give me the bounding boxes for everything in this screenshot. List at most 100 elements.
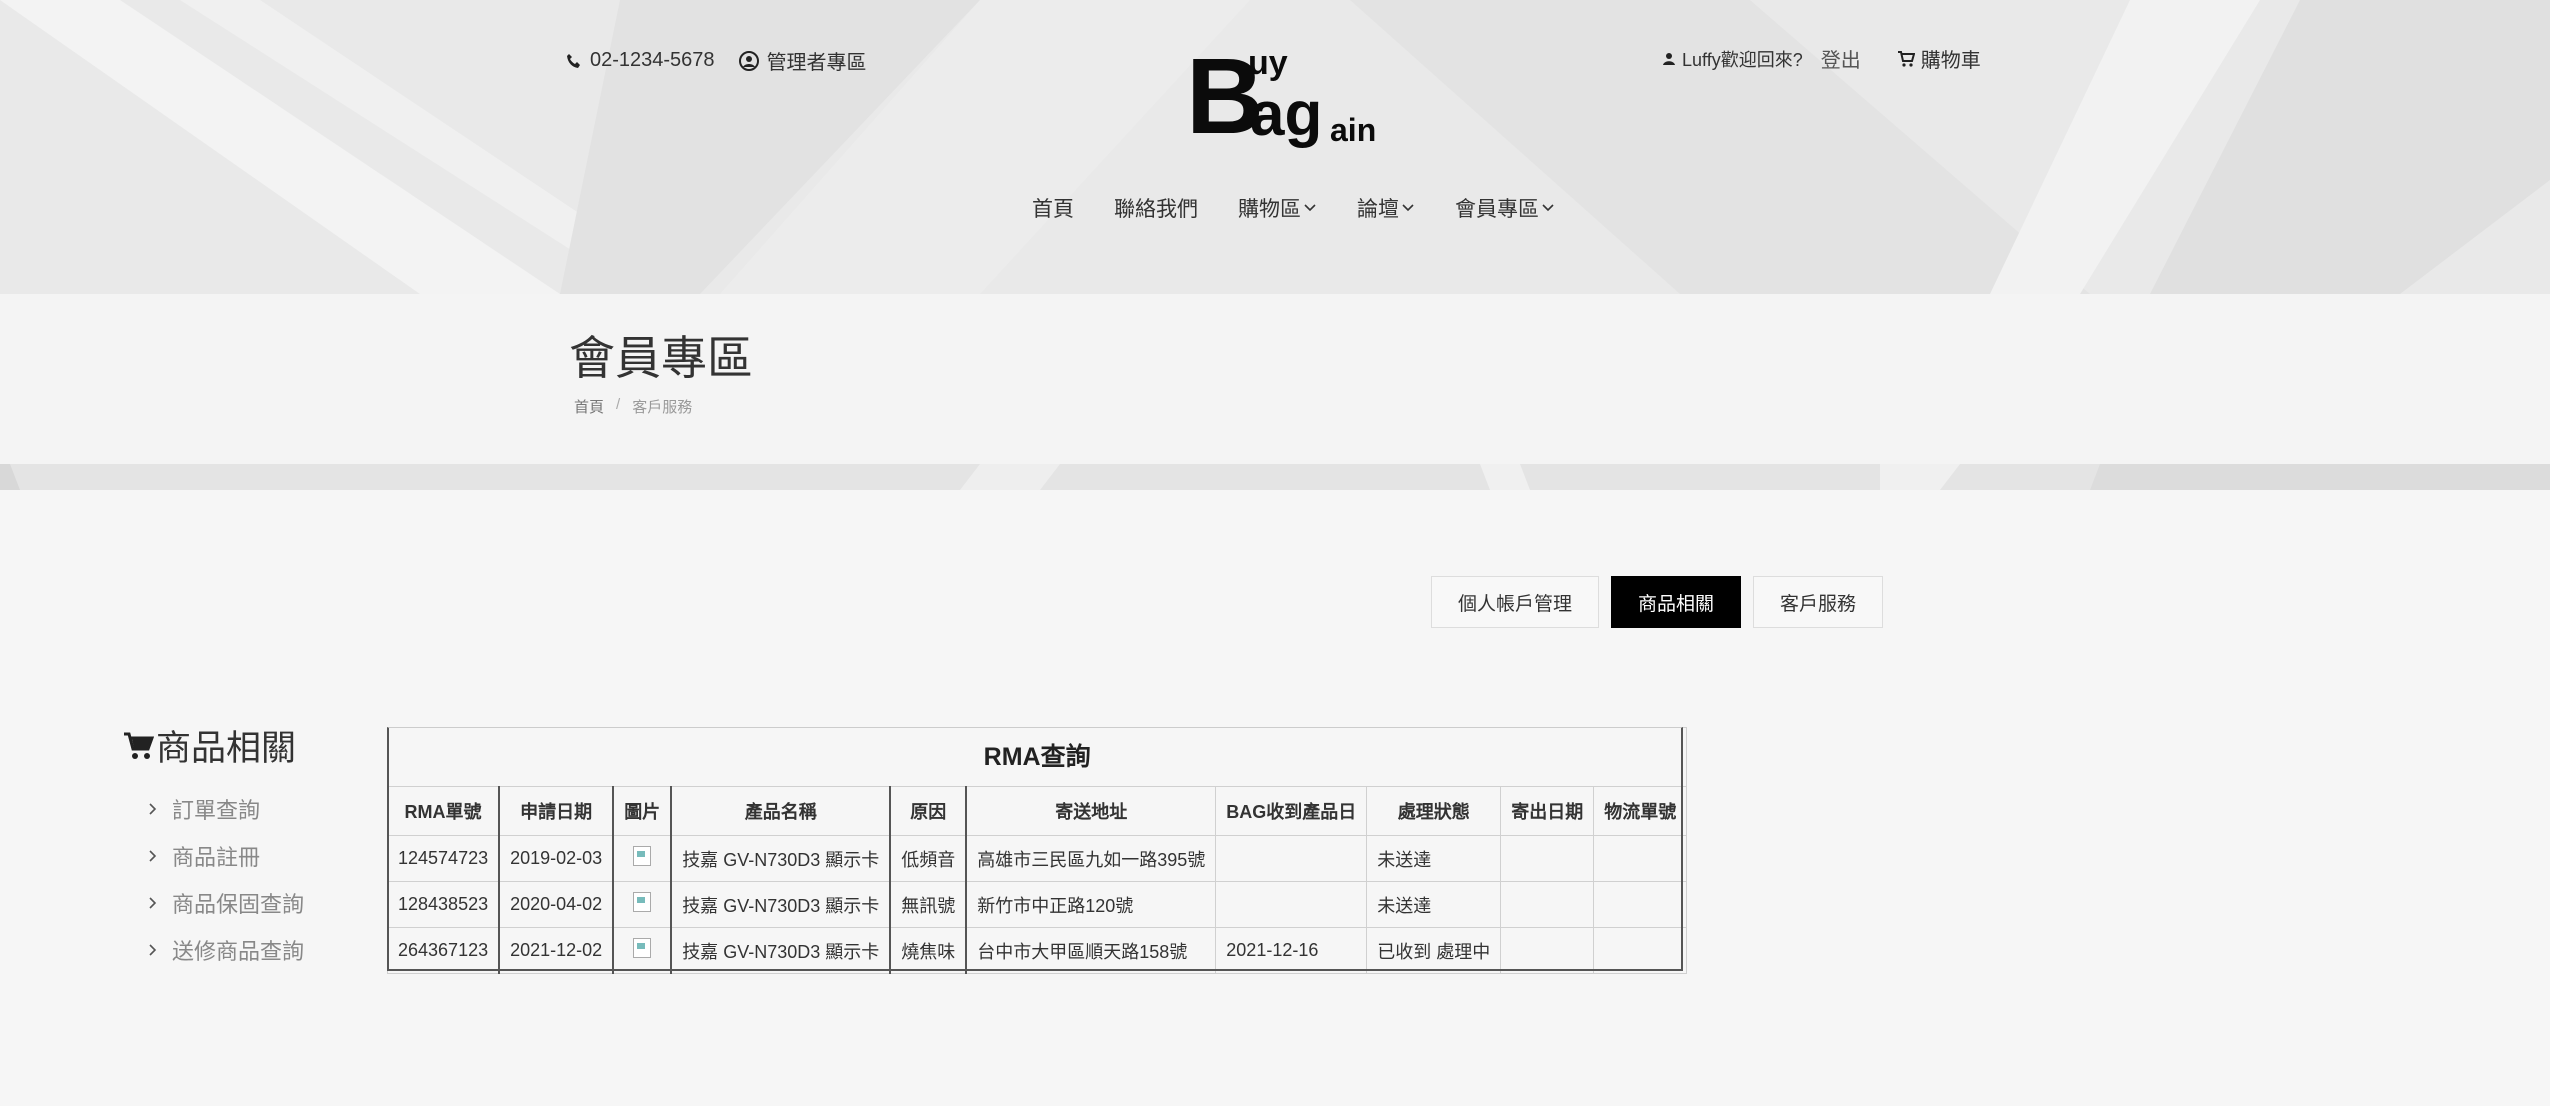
col-bag-received-date: BAG收到產品日 [1215,786,1368,836]
cell-image [612,881,673,928]
cell-reason: 低頻音 [889,835,968,882]
page-title: 會員專區 [569,332,753,384]
col-product-name: 產品名稱 [670,786,892,836]
sidebar-item-label: 送修商品查詢 [172,938,305,964]
user-circle-icon [738,50,759,71]
cell-product-name: 技嘉 GV-N730D3 顯示卡 [670,927,892,974]
cell-status: 已收到 處理中 [1366,927,1502,974]
buy-bag-gain-logo[interactable]: B uy ag ain [1186,42,1376,152]
chevron-down-icon [1541,203,1555,213]
cell-reason: 燒焦味 [889,927,968,974]
member-tabs: 個人帳戶管理 商品相關 客戶服務 [1431,576,1895,628]
product-image [633,938,652,958]
cell-image [612,835,673,882]
cell-address: 高雄市三民區九如一路395號 [965,835,1217,882]
main-nav: 首頁 聯絡我們 購物區 論壇 會員專區 [1032,193,1595,223]
cell-received-date: 2021-12-16 [1215,927,1368,974]
cell-product-name: 技嘉 GV-N730D3 顯示卡 [670,881,892,928]
cell-rma-number: 128438523 [387,881,501,928]
breadcrumb-separator: / [616,396,621,413]
product-image [633,892,652,912]
topbar-right: Luffy歡迎回來? 登出 購物車 [1662,44,1999,73]
chevron-right-icon [148,802,158,816]
chevron-down-icon [1401,203,1415,213]
cell-apply-date: 2020-04-02 [498,881,615,928]
cell-ship-date [1500,881,1595,928]
breadcrumb-home[interactable]: 首頁 [574,396,604,417]
topbar-left: 02-1234-5678 管理者專區 [566,46,891,75]
nav-forum[interactable]: 論壇 [1357,193,1415,223]
sidebar-item-label: 商品保固查詢 [172,891,305,917]
phone-number: 02-1234-5678 [590,49,715,71]
cell-ship-date [1500,927,1595,974]
rma-table: RMA查詢 RMA單號 申請日期 圖片 產品名稱 原因 寄送地址 BAG收到產品… [387,727,1688,974]
cell-rma-number: 124574723 [387,835,501,882]
chevron-right-icon [148,896,158,910]
sidebar-list: 訂單查詢 商品註冊 商品保固查詢 送修商品查詢 [122,785,304,973]
tab-account-management[interactable]: 個人帳戶管理 [1431,576,1600,628]
admin-link[interactable]: 管理者專區 [738,46,867,75]
cell-apply-date: 2019-02-03 [498,835,615,882]
cell-product-name: 技嘉 GV-N730D3 顯示卡 [670,835,892,882]
cell-address: 台中市大甲區順天路158號 [965,927,1217,974]
rma-table-caption: RMA查詢 [387,727,1688,786]
cell-status: 未送達 [1366,881,1502,928]
col-apply-date: 申請日期 [498,786,615,836]
col-status: 處理狀態 [1366,786,1502,836]
page-title-band [0,294,2550,464]
sidebar-item-order-query[interactable]: 訂單查詢 [148,785,304,832]
cart-label: 購物車 [1920,50,1981,72]
nav-shop[interactable]: 購物區 [1238,193,1317,223]
nav-shop-label: 購物區 [1238,198,1301,221]
col-shipping-address: 寄送地址 [965,786,1217,836]
col-image: 圖片 [612,786,673,836]
decorative-stripe [0,464,2550,490]
nav-contact[interactable]: 聯絡我們 [1114,193,1198,223]
tab-product-related[interactable]: 商品相關 [1611,576,1742,628]
cell-status: 未送達 [1366,835,1502,882]
breadcrumb-current: 客戶服務 [632,399,693,416]
site-header: 02-1234-5678 管理者專區 B uy ag ain Luffy歡迎回來… [0,0,2550,294]
cell-tracking [1593,835,1688,882]
table-header-row: RMA單號 申請日期 圖片 產品名稱 原因 寄送地址 BAG收到產品日 處理狀態… [387,786,1688,836]
col-tracking-number: 物流單號 [1593,786,1688,836]
tab-customer-service[interactable]: 客戶服務 [1753,576,1884,628]
welcome-user: Luffy歡迎回來? [1662,46,1803,72]
table-row: 128438523 2020-04-02 技嘉 GV-N730D3 顯示卡 無訊… [387,881,1688,928]
cart-link[interactable]: 購物車 [1897,44,1981,73]
cell-apply-date: 2021-12-02 [498,927,615,974]
cell-reason: 無訊號 [889,881,968,928]
user-icon [1662,52,1676,66]
phone-link[interactable]: 02-1234-5678 [566,49,715,72]
logout-link[interactable]: 登出 [1821,44,1861,73]
phone-icon [566,53,582,69]
sidebar: 商品相關 訂單查詢 商品註冊 商品保固查詢 送修商品查詢 [122,720,304,973]
col-ship-out-date: 寄出日期 [1500,786,1595,836]
col-rma-number: RMA單號 [387,786,501,836]
cell-ship-date [1500,835,1595,882]
cell-tracking [1593,927,1688,974]
nav-forum-label: 論壇 [1357,198,1399,221]
welcome-text: Luffy歡迎回來? [1682,49,1803,70]
sidebar-item-label: 訂單查詢 [172,797,261,823]
chevron-down-icon [1303,203,1317,213]
nav-member-label: 會員專區 [1455,198,1539,221]
chevron-right-icon [148,849,158,863]
sidebar-title-label: 商品相關 [156,729,297,768]
cell-image [612,927,673,974]
cell-tracking [1593,881,1688,928]
sidebar-item-label: 商品註冊 [172,844,261,870]
product-image [633,846,652,866]
admin-label: 管理者專區 [766,52,867,74]
sidebar-item-repair-query[interactable]: 送修商品查詢 [148,926,304,973]
nav-home[interactable]: 首頁 [1032,193,1074,223]
col-reason: 原因 [889,786,968,836]
sidebar-item-warranty-query[interactable]: 商品保固查詢 [148,879,304,926]
cell-address: 新竹市中正路120號 [965,881,1217,928]
nav-member[interactable]: 會員專區 [1455,193,1555,223]
table-row: 264367123 2021-12-02 技嘉 GV-N730D3 顯示卡 燒焦… [387,927,1688,974]
sidebar-title: 商品相關 [122,720,304,771]
cell-received-date [1215,881,1368,928]
sidebar-item-product-registration[interactable]: 商品註冊 [148,832,304,879]
cell-rma-number: 264367123 [387,927,501,974]
